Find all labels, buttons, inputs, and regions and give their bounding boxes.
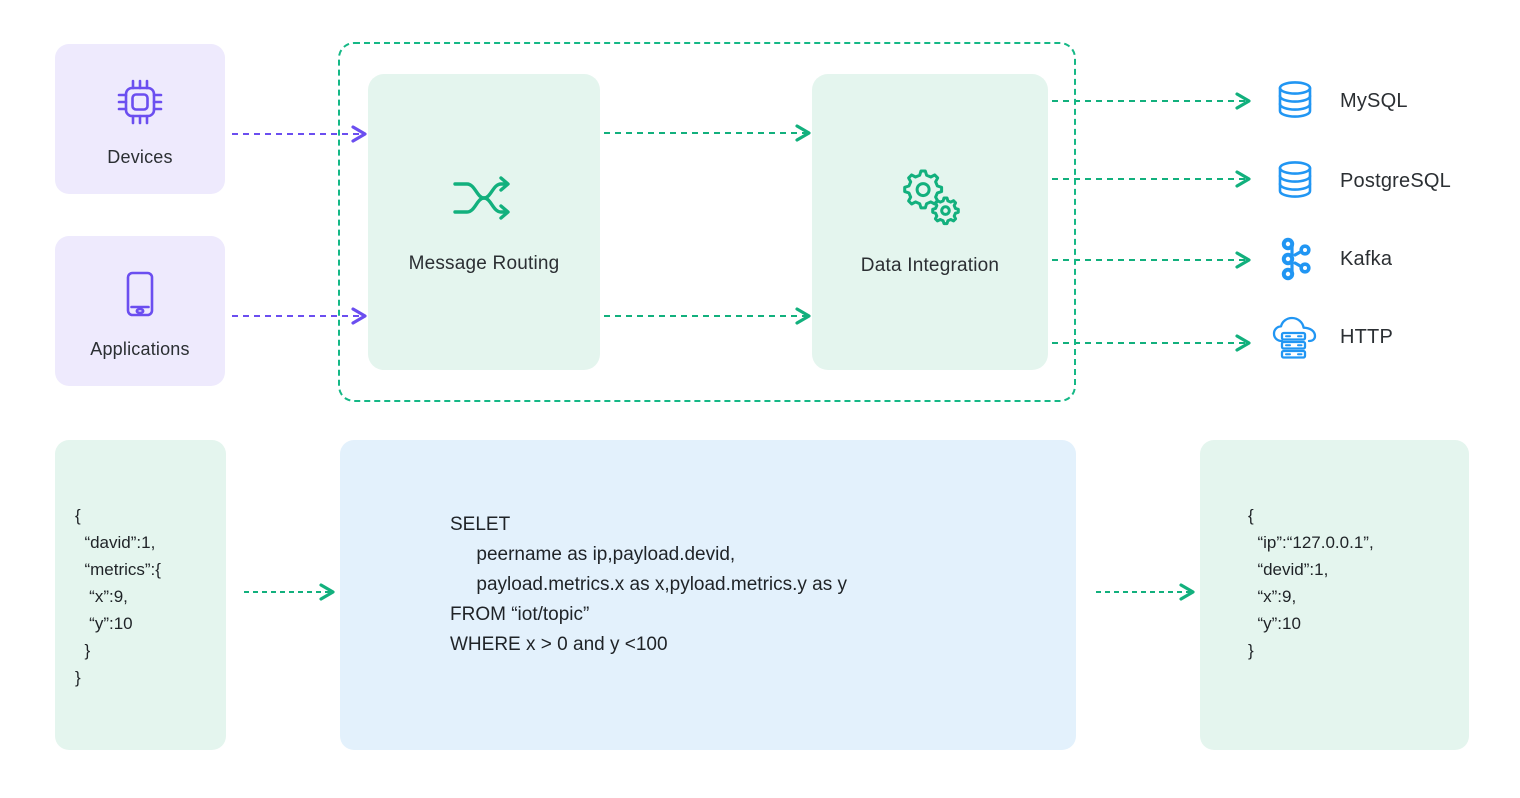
sink-label-mysql: MySQL xyxy=(1340,89,1408,112)
diagram-canvas: Devices Applications Message Routing Dat… xyxy=(0,0,1520,798)
sink-label-kafka: Kafka xyxy=(1340,247,1393,270)
gears-icon xyxy=(897,168,963,233)
sink-item-http[interactable]: HTTP xyxy=(1272,314,1393,360)
cloud-server-icon xyxy=(1272,314,1318,360)
chip-icon xyxy=(113,71,167,133)
sink-item-kafka[interactable]: Kafka xyxy=(1272,236,1392,282)
sink-label-http: HTTP xyxy=(1340,325,1394,348)
source-label-devices: Devices xyxy=(107,146,173,167)
process-label-data-integration: Data Integration xyxy=(860,254,1000,276)
process-label-message-routing: Message Routing xyxy=(408,252,560,274)
sql-rule-panel: SELET peername as ip,payload.devid, payl… xyxy=(340,440,1076,750)
database-cylinder-icon xyxy=(1272,78,1318,124)
kafka-nodes-icon xyxy=(1272,236,1318,282)
mobile-device-icon xyxy=(113,263,167,325)
source-card-applications[interactable]: Applications xyxy=(55,236,225,386)
input-payload-text: { “david”:1, “metrics”:{ “x”:9, “y”:10 }… xyxy=(75,506,161,687)
output-payload-text: { “ip”:“127.0.0.1”, “devid”:1, “x”:9, “y… xyxy=(1248,506,1374,660)
process-card-data-integration[interactable]: Data Integration xyxy=(812,74,1048,370)
sink-item-postgresql[interactable]: PostgreSQL xyxy=(1272,158,1451,204)
shuffle-routing-icon xyxy=(451,170,517,231)
input-payload-panel: { “david”:1, “metrics”:{ “x”:9, “y”:10 }… xyxy=(55,440,226,750)
source-label-applications: Applications xyxy=(90,338,190,359)
process-card-message-routing[interactable]: Message Routing xyxy=(368,74,600,370)
sink-item-mysql[interactable]: MySQL xyxy=(1272,78,1408,124)
source-card-devices[interactable]: Devices xyxy=(55,44,225,194)
database-cylinder-icon xyxy=(1272,158,1318,204)
sink-label-postgresql: PostgreSQL xyxy=(1340,169,1451,192)
output-payload-panel: { “ip”:“127.0.0.1”, “devid”:1, “x”:9, “y… xyxy=(1200,440,1469,750)
sql-rule-text: SELET peername as ip,payload.devid, payl… xyxy=(450,514,848,655)
